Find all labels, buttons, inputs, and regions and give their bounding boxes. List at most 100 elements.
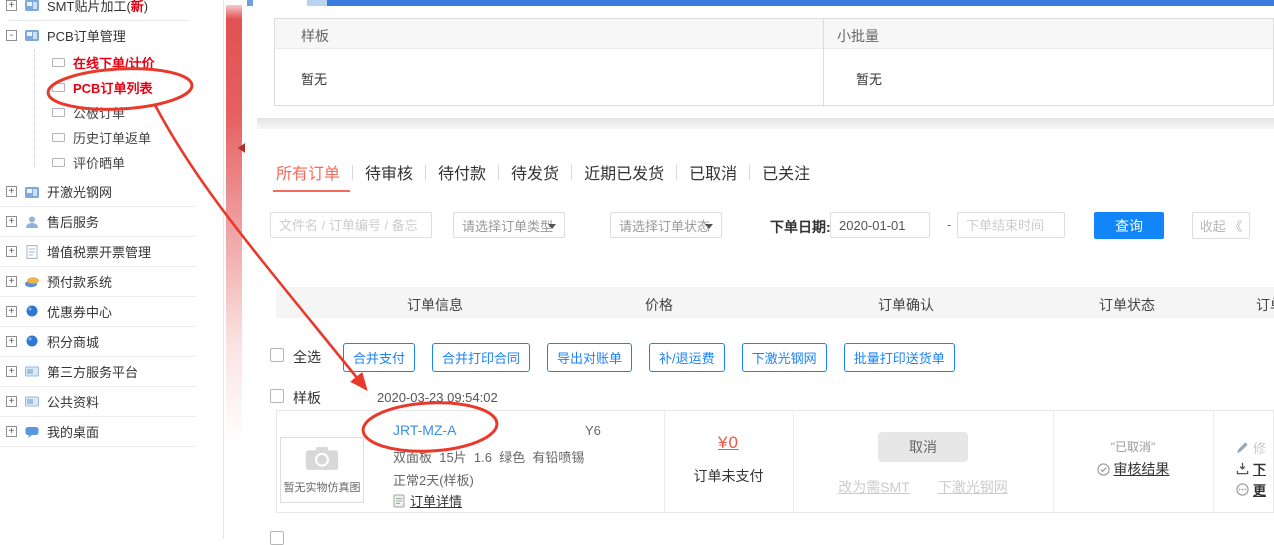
expander-icon[interactable]: + bbox=[6, 396, 17, 407]
order-pay-status: 订单未支付 bbox=[664, 466, 793, 486]
sidebar-item-prepay[interactable]: + 预付款系统 bbox=[0, 267, 196, 297]
batch-print-delivery-button[interactable]: 批量打印送货单 bbox=[844, 343, 955, 372]
order-code-link[interactable]: JRT-MZ-A bbox=[393, 422, 457, 438]
download-icon bbox=[1236, 462, 1249, 475]
more-actions[interactable]: 更 bbox=[1236, 480, 1266, 499]
change-to-smt-link[interactable]: 改为需SMT bbox=[838, 477, 910, 497]
leaf-icon bbox=[52, 158, 65, 167]
sidebar-item-public-data[interactable]: + 公共资料 bbox=[0, 387, 196, 417]
pcb-submenu: 在线下单/计价 PCB订单列表 公板订单 历史订单返单 评价晒单 bbox=[0, 50, 223, 175]
sidebar-item-stencil[interactable]: + 开激光钢网 bbox=[0, 177, 196, 207]
chevron-down-icon bbox=[705, 224, 713, 229]
select-all-label: 全选 bbox=[293, 347, 321, 367]
edit-order-action[interactable]: 修 bbox=[1236, 438, 1266, 457]
order-type-select[interactable]: 请选择订单类型 bbox=[453, 212, 565, 238]
leaf-icon bbox=[52, 133, 65, 142]
sidebar-item-label: PCB订单管理 bbox=[47, 26, 126, 45]
new-badge: 新 bbox=[131, 0, 144, 14]
date-from-input[interactable] bbox=[830, 212, 930, 238]
col-order-confirm: 订单确认 bbox=[878, 295, 934, 315]
col-price: 价格 bbox=[645, 295, 673, 315]
smt-icon bbox=[24, 0, 40, 13]
sidebar-item-label: SMT贴片加工(新) bbox=[47, 0, 148, 15]
order-price[interactable]: ¥0 bbox=[664, 433, 793, 453]
download-action[interactable]: 下 bbox=[1236, 459, 1266, 478]
sidebar-red-gradient-strip bbox=[226, 5, 242, 463]
sidebar-item-public-board[interactable]: 公板订单 bbox=[0, 100, 223, 125]
sidebar-item-history-reorder[interactable]: 历史订单返单 bbox=[0, 125, 223, 150]
col-order-status: 订单状态 bbox=[1099, 295, 1155, 315]
order-list-panel: 所有订单 待审核 待付款 待发货 近期已发货 已取消 已关注 请选择订单类型 请… bbox=[257, 129, 1274, 539]
tab-pending-shipment[interactable]: 待发货 bbox=[499, 160, 571, 184]
group-datetime: 2020-03-23 09:54:02 bbox=[377, 390, 498, 405]
query-button[interactable]: 查询 bbox=[1094, 212, 1164, 239]
sidebar-item-points-mall[interactable]: + 积分商城 bbox=[0, 327, 196, 357]
cancel-order-button[interactable]: 取消 bbox=[878, 432, 968, 462]
order-stencil-button[interactable]: 下激光钢网 bbox=[742, 343, 827, 372]
sidebar-item-smt[interactable]: + SMT贴片加工(新) bbox=[0, 0, 223, 18]
sidebar-item-coupon-center[interactable]: + 优惠券中心 bbox=[0, 297, 196, 327]
expander-icon[interactable]: + bbox=[6, 426, 17, 437]
expander-icon[interactable]: + bbox=[6, 186, 17, 197]
divider bbox=[1213, 411, 1214, 512]
sidebar-item-pcb-orders[interactable]: - PCB订单管理 bbox=[0, 22, 223, 48]
review-result-link[interactable]: 审核结果 bbox=[1053, 459, 1213, 479]
expander-icon[interactable]: + bbox=[6, 0, 17, 11]
expander-icon[interactable]: + bbox=[6, 306, 17, 317]
group-checkbox[interactable] bbox=[270, 389, 284, 403]
sidebar-bottom-list: + 开激光钢网 + 售后服务 + 增值税票开票管理 + 预付款系统 + 优惠券中… bbox=[0, 177, 196, 447]
search-input[interactable] bbox=[270, 212, 432, 238]
merge-print-contract-button[interactable]: 合并打印合同 bbox=[432, 343, 530, 372]
sample-card-title: 样板 bbox=[301, 26, 329, 46]
merge-pay-button[interactable]: 合并支付 bbox=[343, 343, 415, 372]
select-all-checkbox[interactable] bbox=[270, 348, 284, 362]
pencil-icon bbox=[1236, 441, 1249, 454]
sidebar-item-online-order[interactable]: 在线下单/计价 bbox=[0, 50, 223, 75]
more-circle-icon bbox=[1236, 483, 1249, 496]
collapse-expander-icon[interactable]: - bbox=[6, 30, 17, 41]
expander-icon[interactable]: + bbox=[6, 216, 17, 227]
order-status-tabs: 所有订单 待审核 待付款 待发货 近期已发货 已取消 已关注 bbox=[271, 160, 822, 184]
next-group-checkbox[interactable] bbox=[270, 531, 284, 545]
invoice-icon bbox=[24, 244, 40, 260]
no-image-text: 暂无实物仿真图 bbox=[281, 479, 363, 495]
tab-all-orders[interactable]: 所有订单 bbox=[271, 160, 352, 184]
sidebar-border bbox=[223, 0, 224, 539]
sidebar-item-my-desktop[interactable]: + 我的桌面 bbox=[0, 417, 196, 447]
tab-cancelled[interactable]: 已取消 bbox=[677, 160, 749, 184]
stencil-icon bbox=[24, 184, 40, 200]
divider bbox=[664, 411, 665, 512]
topbar-fragment bbox=[327, 0, 1274, 6]
sidebar: + SMT贴片加工(新) - PCB订单管理 在线下单/计价 PCB订单列表 公… bbox=[0, 0, 247, 539]
sidebar-item-review[interactable]: 评价晒单 bbox=[0, 150, 223, 175]
bulk-action-bar: 合并支付 合并打印合同 导出对账单 补/退运费 下激光钢网 批量打印送货单 bbox=[343, 343, 955, 372]
points-icon bbox=[24, 334, 40, 350]
sidebar-collapse-arrow-icon[interactable] bbox=[238, 143, 245, 153]
sidebar-item-pcb-order-list[interactable]: PCB订单列表 bbox=[0, 75, 223, 100]
freight-adjust-button[interactable]: 补/退运费 bbox=[649, 343, 725, 372]
export-statement-button[interactable]: 导出对账单 bbox=[547, 343, 632, 372]
order-detail-link[interactable]: 订单详情 bbox=[393, 491, 462, 510]
order-row: 暂无实物仿真图 JRT-MZ-A Y6 双面板 15片 1.6 绿色 有铅喷锡 … bbox=[276, 410, 1274, 513]
expander-icon[interactable]: + bbox=[6, 336, 17, 347]
collapse-filters-button[interactable]: 收起 《 bbox=[1192, 212, 1250, 239]
sidebar-item-after-sales[interactable]: + 售后服务 bbox=[0, 207, 196, 237]
card-header bbox=[275, 19, 1273, 49]
order-stencil-link[interactable]: 下激光钢网 bbox=[938, 477, 1008, 497]
sidebar-item-third-party[interactable]: + 第三方服务平台 bbox=[0, 357, 196, 387]
order-secondary-links: 改为需SMT 下激光钢网 bbox=[793, 477, 1053, 497]
order-status-select[interactable]: 请选择订单状态 bbox=[610, 212, 722, 238]
chevron-down-icon bbox=[548, 224, 556, 229]
expander-icon[interactable]: + bbox=[6, 276, 17, 287]
date-to-input[interactable] bbox=[957, 212, 1065, 238]
order-summary-card: 样板 小批量 暂无 暂无 bbox=[274, 18, 1274, 106]
leaf-icon bbox=[52, 108, 65, 117]
sidebar-item-vat-invoice[interactable]: + 增值税票开票管理 bbox=[0, 237, 196, 267]
tab-followed[interactable]: 已关注 bbox=[750, 160, 822, 184]
tab-pending-review[interactable]: 待审核 bbox=[353, 160, 425, 184]
expander-icon[interactable]: + bbox=[6, 246, 17, 257]
pcb-icon bbox=[24, 27, 40, 43]
expander-icon[interactable]: + bbox=[6, 366, 17, 377]
tab-pending-payment[interactable]: 待付款 bbox=[426, 160, 498, 184]
tab-recently-shipped[interactable]: 近期已发货 bbox=[572, 160, 676, 184]
